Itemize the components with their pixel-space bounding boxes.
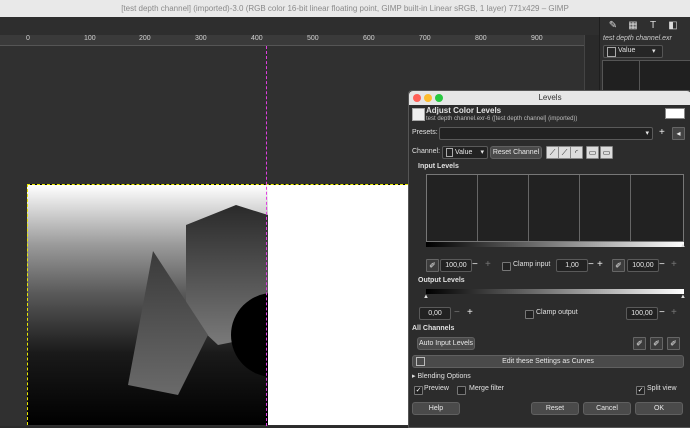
ok-button[interactable]: OK	[635, 402, 683, 415]
close-icon[interactable]	[413, 94, 421, 102]
channel-icon	[446, 148, 453, 157]
input-gamma-field[interactable]: 1,00	[556, 259, 588, 272]
white-picker-icon[interactable]: ✐	[667, 337, 680, 350]
merge-filter-checkbox[interactable]	[457, 386, 466, 395]
split-view-label: Split view	[647, 385, 677, 392]
clamp-input-checkbox[interactable]	[502, 262, 511, 271]
slider-handle-icon[interactable]: ▲	[680, 243, 686, 249]
input-gradient-bar[interactable]	[426, 242, 684, 247]
levels-icon	[412, 108, 425, 121]
maximize-icon[interactable]	[435, 94, 443, 102]
clamp-output-label: Clamp output	[536, 309, 578, 316]
chevron-down-icon: ▾	[645, 130, 649, 137]
help-button[interactable]: Help	[412, 402, 460, 415]
channel-icon	[607, 47, 616, 57]
presets-label: Presets:	[412, 129, 438, 136]
color-swatch	[665, 108, 685, 119]
ruler-tick: 300	[195, 35, 207, 42]
font-icon[interactable]: T	[646, 20, 660, 32]
gray-point-picker-icon[interactable]: ✐	[612, 259, 625, 272]
gradient-icon[interactable]: ◧	[666, 20, 680, 32]
ruler-tick: 100	[84, 35, 96, 42]
merge-filter-label: Merge filter	[469, 385, 505, 392]
channel-select[interactable]: Value ▾	[442, 146, 488, 159]
brush-icon[interactable]: ✎	[606, 20, 620, 32]
ruler-tick: 500	[307, 35, 319, 42]
reset-button[interactable]: Reset	[531, 402, 579, 415]
edit-as-curves-label: Edit these Settings as Curves	[502, 358, 594, 365]
increase-icon[interactable]: +	[597, 259, 603, 270]
output-gradient-bar[interactable]	[426, 289, 684, 294]
cancel-button[interactable]: Cancel	[583, 402, 631, 415]
presets-combo[interactable]: ▾	[439, 127, 653, 140]
chevron-down-icon: ▾	[652, 48, 656, 55]
image-split-original	[268, 185, 408, 425]
slider-handle-icon[interactable]: ▲	[680, 294, 686, 300]
gray-picker-icon[interactable]: ✐	[650, 337, 663, 350]
edit-as-curves-button[interactable]: Edit these Settings as Curves	[412, 355, 684, 368]
dialog-header-title: Adjust Color Levels	[426, 106, 502, 115]
dialog-title: Levels	[538, 93, 562, 102]
decrease-icon[interactable]: −	[659, 307, 665, 318]
input-histogram	[426, 174, 684, 242]
increase-icon[interactable]: +	[485, 259, 491, 270]
histogram-mode-icon[interactable]: ▭	[586, 146, 599, 159]
dialog-header-subtitle: test depth channel.exr-6 ([test depth ch…	[426, 116, 578, 122]
output-low-field[interactable]: 0,00	[419, 307, 451, 320]
decrease-icon[interactable]: −	[454, 307, 460, 318]
levels-dialog: Levels Adjust Color Levels test depth ch…	[408, 90, 690, 428]
preset-menu-icon[interactable]: ◂	[672, 127, 685, 140]
clamp-input-label: Clamp input	[513, 261, 551, 268]
window-title: [test depth channel] (imported)-3.0 (RGB…	[0, 0, 690, 17]
ruler-tick: 200	[139, 35, 151, 42]
image-canvas[interactable]	[27, 184, 408, 425]
increase-icon[interactable]: +	[671, 307, 677, 318]
increase-icon[interactable]: +	[671, 259, 677, 270]
split-view-checkbox[interactable]: ✓	[636, 386, 645, 395]
auto-input-levels-button[interactable]: Auto Input Levels	[417, 337, 475, 350]
dock-mode-value: Value	[618, 47, 636, 54]
dock-image-title: test depth channel.exr	[603, 35, 672, 42]
preview-checkbox[interactable]: ✓	[414, 386, 423, 395]
horizontal-ruler: 0 100 200 300 400 500 600 700 800 900	[0, 35, 584, 46]
curve-histogram-icon[interactable]: ◜	[570, 146, 583, 159]
reset-channel-button[interactable]: Reset Channel	[490, 146, 542, 159]
channel-value: Value	[455, 149, 473, 156]
chevron-down-icon: ▾	[480, 149, 484, 156]
ruler-tick: 600	[363, 35, 375, 42]
channel-label: Channel:	[412, 148, 441, 155]
ruler-tick: 900	[531, 35, 543, 42]
add-preset-icon[interactable]: +	[659, 127, 665, 138]
ruler-tick: 400	[251, 35, 263, 42]
black-picker-icon[interactable]: ✐	[633, 337, 646, 350]
input-high-field[interactable]: 100,00	[627, 259, 659, 272]
black-point-picker-icon[interactable]: ✐	[426, 259, 439, 272]
output-high-field[interactable]: 100,00	[626, 307, 658, 320]
ruler-tick: 800	[475, 35, 487, 42]
blending-options-label: Blending Options	[417, 373, 471, 380]
minimize-icon[interactable]	[424, 94, 432, 102]
pattern-icon[interactable]: ▦	[626, 20, 640, 32]
decrease-icon[interactable]: −	[472, 259, 478, 270]
all-channels-label: All Channels	[412, 325, 455, 332]
input-low-field[interactable]: 100,00	[440, 259, 472, 272]
ruler-tick: 0	[26, 35, 30, 42]
slider-handle-icon[interactable]: ▲	[423, 294, 429, 300]
ruler-tick: 700	[419, 35, 431, 42]
blending-expander[interactable]: ▸ Blending Options	[412, 372, 471, 380]
dock-mode-select[interactable]: Value ▾	[603, 45, 663, 58]
split-view-guide[interactable]	[266, 46, 267, 426]
histogram-scale-icon[interactable]: ▭	[600, 146, 613, 159]
decrease-icon[interactable]: −	[659, 259, 665, 270]
output-levels-label: Output Levels	[418, 277, 465, 284]
curves-icon	[416, 357, 425, 366]
input-levels-label: Input Levels	[418, 163, 459, 170]
preview-label: Preview	[424, 385, 449, 392]
clamp-output-checkbox[interactable]	[525, 310, 534, 319]
decrease-icon[interactable]: −	[588, 259, 594, 270]
dialog-titlebar[interactable]: Levels	[409, 91, 690, 105]
toolbar-strip	[0, 17, 600, 35]
increase-icon[interactable]: +	[467, 307, 473, 318]
